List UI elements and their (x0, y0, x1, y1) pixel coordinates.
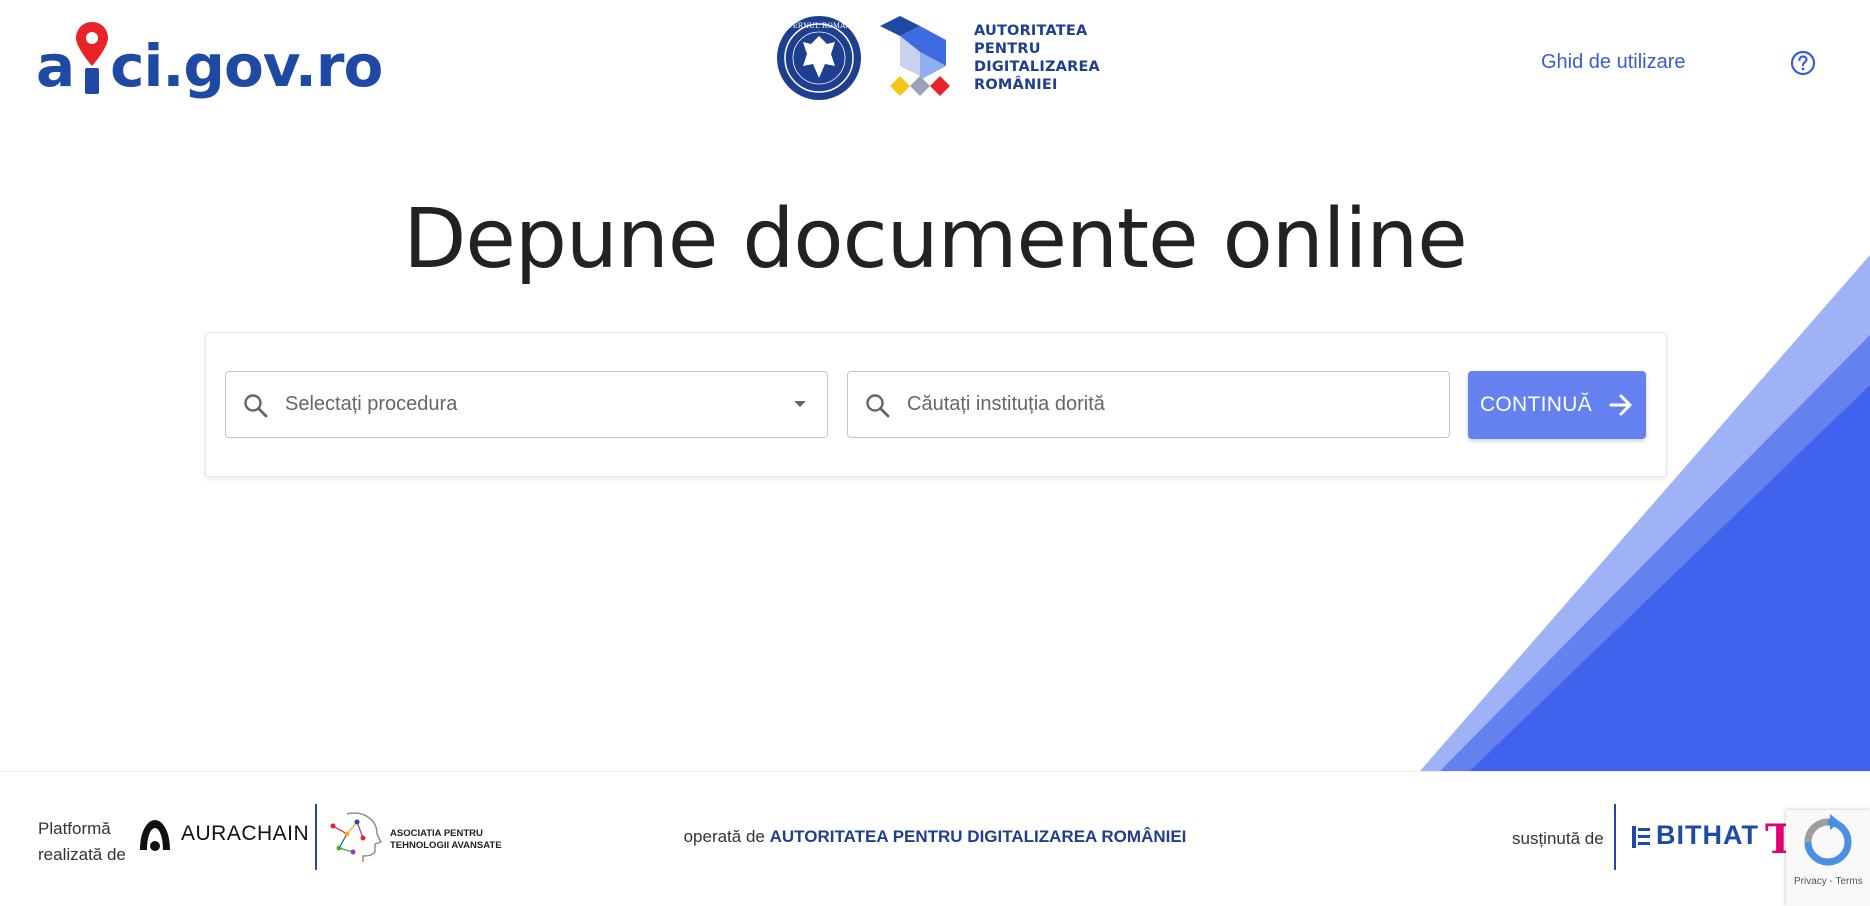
continue-label: CONTINUĂ (1479, 393, 1593, 416)
institution-placeholder: Căutați instituția dorită (907, 393, 1105, 415)
footer: Platformă realizată de AURACHAIN ASOCIAT… (0, 771, 1870, 906)
help-circle-icon[interactable] (1790, 50, 1816, 76)
continue-button[interactable]: CONTINUĂ (1468, 371, 1646, 439)
bithat-logo-icon[interactable] (1632, 826, 1650, 848)
procedure-placeholder: Selectați procedura (285, 393, 458, 415)
government-seal-icon: GUVERNUL ROMÂNIEI (776, 16, 862, 100)
authority-logo-icon (880, 16, 950, 96)
location-pin-icon (74, 20, 110, 100)
authority-name: AUTORITATEA PENTRU DIGITALIZAREA ROMÂNIE… (974, 22, 1114, 94)
search-card: Selectați procedura Căutați instituția d… (205, 332, 1667, 477)
procedure-select[interactable]: Selectați procedura (225, 371, 828, 438)
seal-text: GUVERNUL ROMÂNIEI (776, 21, 862, 30)
search-icon (866, 394, 890, 418)
site-logo[interactable]: a ci.gov.ro (36, 20, 383, 100)
bithat-name[interactable]: BITHAT (1656, 820, 1759, 851)
recaptcha-links[interactable]: Privacy - Terms (1794, 876, 1863, 887)
logo-text-end: ci.gov.ro (110, 32, 383, 100)
recaptcha-icon (1804, 814, 1852, 866)
arrow-right-icon (1609, 394, 1632, 416)
search-icon (244, 394, 268, 418)
footer-divider (1614, 804, 1616, 870)
page-title: Depune documente online (403, 192, 1467, 287)
supported-by-label: susținută de (1512, 829, 1604, 848)
authority-line: AUTORITATEA (974, 23, 1088, 39)
operated-by-authority[interactable]: AUTORITATEA PENTRU DIGITALIZAREA ROMÂNIE… (770, 827, 1187, 846)
authority-line: ROMÂNIEI (974, 77, 1058, 93)
caret-down-icon[interactable] (793, 399, 807, 409)
logo-text-start: a (36, 32, 75, 100)
institution-search-input[interactable]: Căutați instituția dorită (847, 371, 1450, 438)
user-guide-link[interactable]: Ghid de utilizare (1541, 51, 1686, 74)
authority-line: PENTRU (974, 41, 1041, 57)
operated-prefix: operată de (683, 827, 765, 846)
authority-line: DIGITALIZAREA (974, 59, 1100, 75)
recaptcha-badge[interactable]: Privacy - Terms (1786, 810, 1870, 906)
